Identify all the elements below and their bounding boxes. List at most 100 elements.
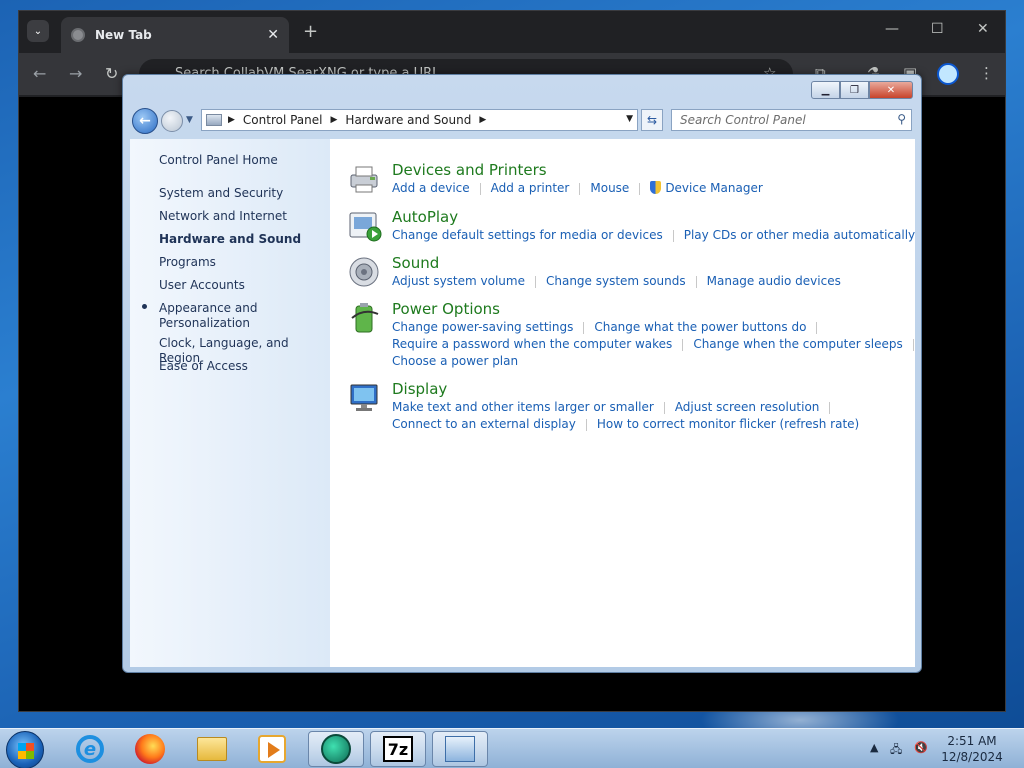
link-adjust-resolution[interactable]: Adjust screen resolution: [675, 400, 820, 414]
link-row: Adjust system volume Change system sounds…: [392, 274, 841, 288]
taskbar-explorer[interactable]: [184, 731, 240, 767]
window-controls: ▁ ❐ ✕: [811, 81, 913, 99]
nav-hardware-and-sound[interactable]: Hardware and Sound: [159, 232, 301, 247]
link-change-system-sounds[interactable]: Change system sounds: [546, 274, 686, 288]
crumb-separator[interactable]: ▶: [479, 115, 486, 125]
back-button[interactable]: ←: [132, 108, 158, 134]
link-row: Change power-saving settings Change what …: [392, 320, 827, 334]
nav-user-accounts[interactable]: User Accounts: [159, 278, 245, 293]
internet-explorer-icon: e: [76, 735, 104, 763]
link-device-manager[interactable]: Device Manager: [665, 181, 762, 195]
link-row: Change default settings for media or dev…: [392, 228, 915, 242]
crumb-separator[interactable]: ▶: [228, 115, 235, 125]
active-bullet: [142, 304, 147, 309]
autoplay-icon: [349, 212, 382, 242]
link-choose-power-plan[interactable]: Choose a power plan: [392, 354, 518, 368]
search-input[interactable]: Search Control Panel ⚲: [671, 109, 912, 131]
crumb-separator[interactable]: ▶: [331, 115, 338, 125]
back-icon[interactable]: ←: [33, 64, 46, 83]
taskbar-media-player[interactable]: [244, 731, 300, 767]
left-navigation-pane: Control Panel Home System and Security N…: [130, 139, 330, 667]
nav-system-and-security[interactable]: System and Security: [159, 186, 283, 201]
taskbar-control-panel[interactable]: [432, 731, 488, 767]
main-content-pane: Devices and Printers Add a device Add a p…: [330, 139, 915, 667]
system-clock[interactable]: 2:51 AM 12/8/2024: [932, 733, 1012, 765]
forward-button[interactable]: [161, 110, 183, 132]
link-manage-audio-devices[interactable]: Manage audio devices: [707, 274, 841, 288]
link-play-cds[interactable]: Play CDs or other media automatically: [684, 228, 915, 242]
volume-muted-icon[interactable]: 🔇: [914, 741, 928, 754]
nav-ease-of-access[interactable]: Ease of Access: [159, 359, 248, 374]
address-dropdown-icon[interactable]: ▼: [626, 114, 633, 124]
refresh-button[interactable]: ⇆: [641, 109, 663, 131]
link-computer-sleeps[interactable]: Change when the computer sleeps: [693, 337, 902, 351]
link-row: Choose a power plan: [392, 354, 518, 368]
monitor-icon: [350, 384, 378, 411]
start-button[interactable]: [6, 731, 44, 768]
link-change-default-settings[interactable]: Change default settings for media or dev…: [392, 228, 663, 242]
close-button[interactable]: ✕: [869, 81, 913, 99]
taskbar: e 7z ▲ 🖧 🔇 2:51 AM 12/8/2024: [0, 728, 1024, 768]
nav-programs[interactable]: Programs: [159, 255, 216, 270]
category-title[interactable]: Power Options: [392, 300, 500, 318]
maximize-button[interactable]: ❐: [840, 81, 869, 99]
taskbar-internet-explorer[interactable]: e: [62, 731, 118, 767]
category-title[interactable]: Display: [392, 380, 447, 398]
nav-appearance-line1[interactable]: Appearance and: [159, 301, 257, 316]
tab-title: New Tab: [95, 28, 152, 42]
7zip-icon: 7z: [383, 736, 413, 762]
nav-network-and-internet[interactable]: Network and Internet: [159, 209, 287, 224]
category-title[interactable]: Devices and Printers: [392, 161, 547, 179]
breadcrumb-control-panel[interactable]: Control Panel: [243, 113, 323, 127]
reload-icon[interactable]: ↻: [105, 64, 118, 83]
browser-tab[interactable]: New Tab ✕: [61, 17, 289, 53]
windows-logo-icon: [18, 743, 34, 759]
control-panel-taskbar-icon: [445, 736, 475, 762]
link-add-device[interactable]: Add a device: [392, 181, 470, 195]
show-hidden-icons-arrow[interactable]: ▲: [870, 741, 878, 754]
minimize-button[interactable]: ▁: [811, 81, 840, 99]
nav-appearance-line2[interactable]: Personalization: [159, 316, 250, 331]
link-power-saving[interactable]: Change power-saving settings: [392, 320, 573, 334]
browser-minimize-button[interactable]: —: [885, 21, 899, 37]
new-tab-button[interactable]: +: [303, 21, 318, 42]
media-player-icon: [258, 735, 286, 763]
history-dropdown-icon[interactable]: ▼: [186, 115, 193, 125]
taskbar-browser[interactable]: [308, 731, 364, 767]
browser-close-button[interactable]: ✕: [977, 21, 989, 37]
address-bar[interactable]: ▶ Control Panel ▶ Hardware and Sound ▶ ▼: [201, 109, 638, 131]
browser-maximize-button[interactable]: ☐: [931, 21, 944, 37]
nav-control-panel-home[interactable]: Control Panel Home: [159, 153, 278, 168]
link-make-text-larger[interactable]: Make text and other items larger or smal…: [392, 400, 654, 414]
tab-search-button[interactable]: ⌄: [27, 20, 49, 42]
control-panel-window: ▁ ❐ ✕ ← ▼ ▶ Control Panel ▶ Hardware and…: [122, 74, 922, 673]
link-row: Require a password when the computer wak…: [392, 337, 924, 351]
category-title[interactable]: Sound: [392, 254, 439, 272]
link-power-buttons[interactable]: Change what the power buttons do: [594, 320, 806, 334]
link-mouse[interactable]: Mouse: [590, 181, 629, 195]
category-title[interactable]: AutoPlay: [392, 208, 458, 226]
link-external-display[interactable]: Connect to an external display: [392, 417, 576, 431]
firefox-icon: [135, 734, 165, 764]
link-monitor-flicker[interactable]: How to correct monitor flicker (refresh …: [597, 417, 859, 431]
clock-time: 2:51 AM: [947, 734, 997, 748]
tab-close-icon[interactable]: ✕: [267, 27, 279, 43]
profile-avatar[interactable]: [937, 63, 959, 85]
link-adjust-volume[interactable]: Adjust system volume: [392, 274, 525, 288]
search-placeholder: Search Control Panel: [680, 113, 806, 127]
network-icon[interactable]: 🖧: [890, 741, 902, 760]
taskbar-firefox[interactable]: [122, 731, 178, 767]
link-require-password[interactable]: Require a password when the computer wak…: [392, 337, 672, 351]
breadcrumb-hardware-and-sound[interactable]: Hardware and Sound: [345, 113, 471, 127]
globe-icon: [71, 28, 85, 42]
taskbar-7zip[interactable]: 7z: [370, 731, 426, 767]
link-row: Connect to an external display How to cor…: [392, 417, 859, 431]
forward-icon[interactable]: →: [69, 64, 82, 83]
link-row: Add a device Add a printer Mouse Device Man…: [392, 181, 763, 195]
search-icon[interactable]: ⚲: [897, 112, 906, 126]
shield-icon: [650, 181, 662, 194]
link-row: Make text and other items larger or smal…: [392, 400, 840, 414]
menu-icon[interactable]: ⋮: [979, 64, 994, 82]
link-add-printer[interactable]: Add a printer: [491, 181, 570, 195]
printer-icon: [350, 166, 378, 193]
